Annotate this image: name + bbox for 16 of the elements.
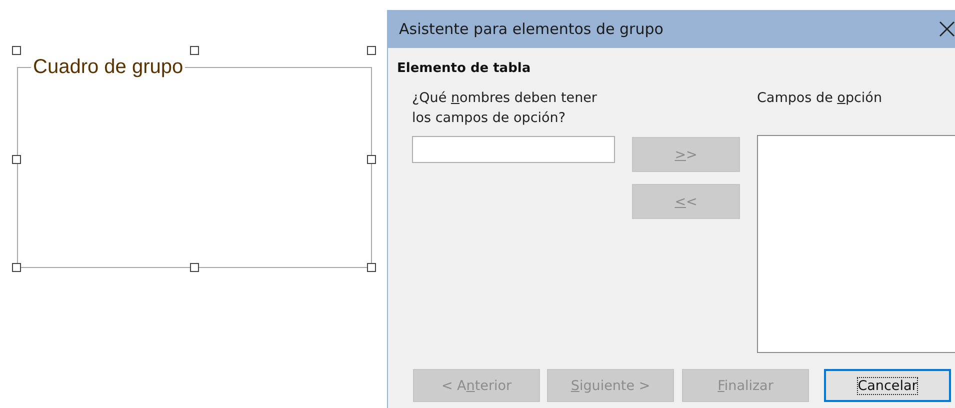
close-icon[interactable] bbox=[939, 21, 955, 37]
resize-handle[interactable] bbox=[367, 154, 376, 164]
section-heading: Elemento de tabla bbox=[397, 61, 532, 78]
wizard-button[interactable]: Cancelar bbox=[824, 369, 951, 402]
resize-handle[interactable] bbox=[12, 46, 21, 55]
list-label: Campos de opción bbox=[757, 89, 883, 108]
field-label: ¿Qué nombres deben tener los campos de opción? bbox=[412, 89, 598, 128]
window-title: Asistente para elementos de grupo bbox=[399, 20, 664, 38]
resize-handle[interactable] bbox=[190, 263, 198, 272]
resize-handle[interactable] bbox=[12, 263, 21, 272]
resize-handle[interactable] bbox=[367, 46, 376, 55]
name-input-field[interactable] bbox=[412, 136, 615, 163]
resize-handle[interactable] bbox=[367, 263, 376, 272]
resize-handle[interactable] bbox=[190, 46, 198, 55]
resize-handle[interactable] bbox=[12, 154, 21, 164]
group-box-label: Cuadro de grupo bbox=[31, 56, 186, 78]
